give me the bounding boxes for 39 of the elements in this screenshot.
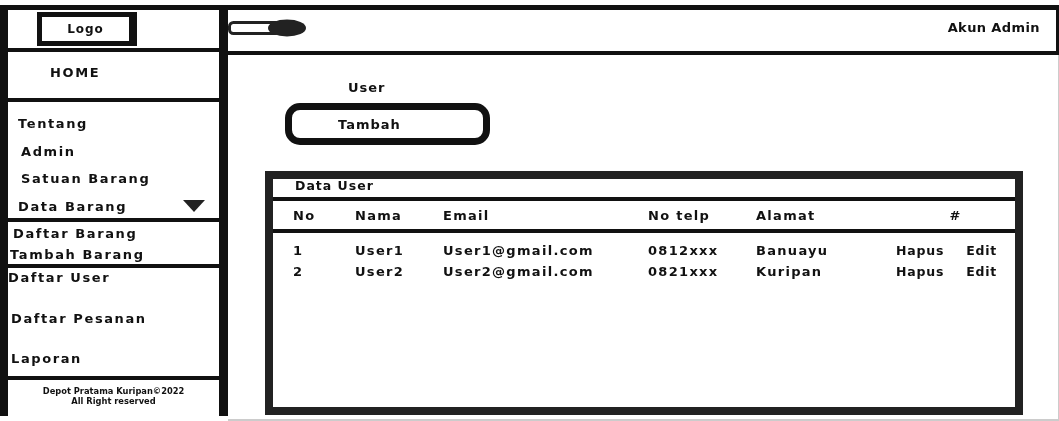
column-header: #	[949, 207, 962, 223]
table-cell: Banuayu	[756, 243, 829, 258]
table-cell: 0821xxx	[648, 264, 719, 279]
sidebar-item[interactable]: Daftar Pesanan	[11, 310, 147, 326]
table-cell: User1	[355, 243, 405, 258]
column-header: Alamat	[756, 207, 816, 223]
table-cell: User2	[355, 264, 405, 279]
table-cell: User1@gmail.com	[443, 243, 594, 258]
add-button[interactable]: Tambah	[285, 103, 490, 145]
sidebar-item[interactable]: Daftar Barang	[13, 226, 138, 241]
sidebar-item[interactable]: Tambah Barang	[10, 247, 145, 262]
delete-link[interactable]: Hapus	[896, 243, 945, 258]
sidebar-item[interactable]: Daftar User	[8, 270, 111, 285]
sidebar-item[interactable]: Tentang	[18, 116, 88, 131]
page-title: User	[348, 80, 387, 95]
logo: Logo	[37, 12, 137, 46]
footer-text: Depot Pratama Kuripan©2022	[42, 386, 185, 396]
table-cell: 2	[293, 264, 304, 279]
sidebar-item[interactable]: Laporan	[11, 351, 82, 366]
column-header: Nama	[355, 207, 403, 223]
account-label[interactable]: Akun Admin	[947, 20, 1040, 35]
table-cell: Kuripan	[756, 264, 823, 279]
footer-text: All Right reserved	[71, 396, 156, 406]
sidebar-item[interactable]: Admin	[21, 143, 76, 159]
edit-link[interactable]: Edit	[966, 264, 998, 279]
sidebar-item[interactable]: HOME	[50, 64, 101, 80]
column-header: No telp	[648, 207, 711, 223]
table-cell: 1	[293, 243, 304, 258]
column-header: No	[293, 207, 316, 223]
sidebar-item[interactable]: Satuan Barang	[21, 171, 151, 187]
edit-link[interactable]: Edit	[966, 243, 998, 258]
toggle-icon[interactable]	[228, 18, 306, 37]
sidebar-item[interactable]: Data Barang	[18, 198, 128, 214]
table-cell: User2@gmail.com	[443, 264, 594, 279]
caret-down-icon[interactable]	[183, 200, 205, 213]
table-title: Data User	[294, 179, 374, 195]
delete-link[interactable]: Hapus	[896, 264, 945, 279]
table-cell: 0812xxx	[648, 243, 719, 258]
column-header: Email	[443, 207, 490, 223]
